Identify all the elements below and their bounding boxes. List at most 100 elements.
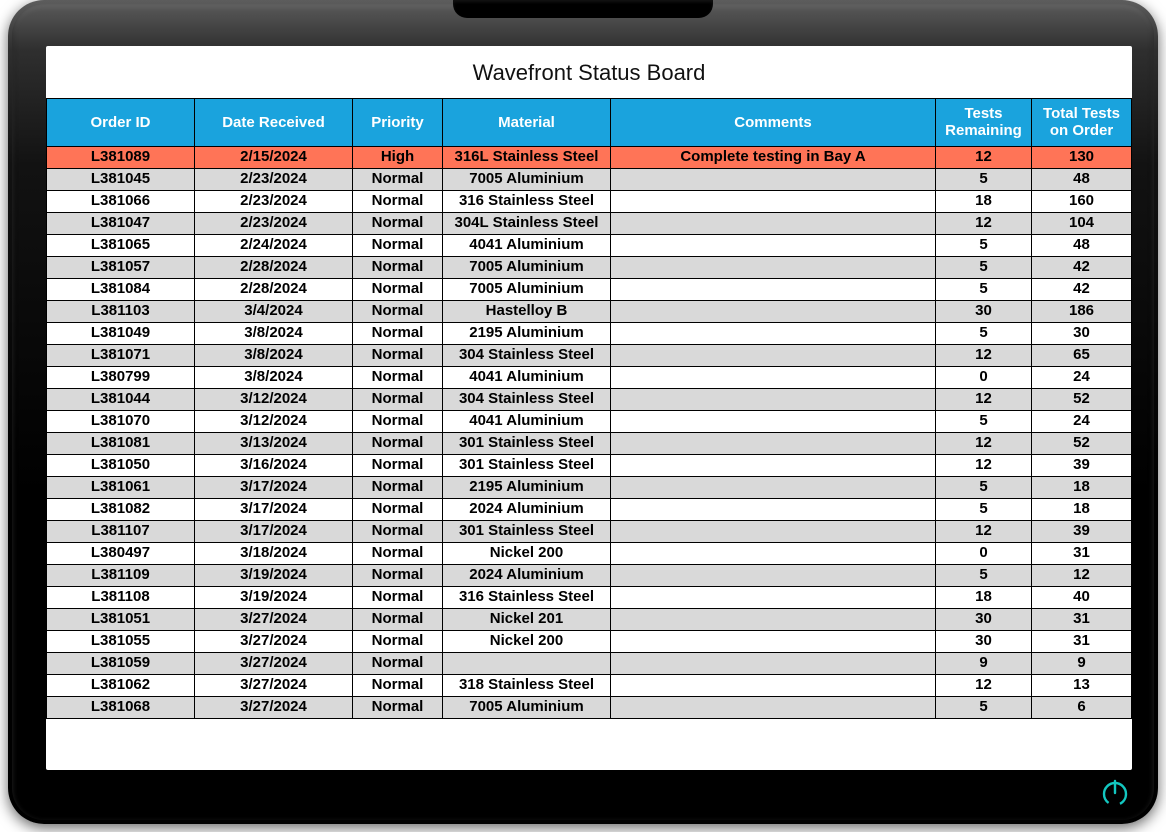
table-row[interactable]: L3810842/28/2024Normal7005 Aluminium542 (47, 278, 1132, 300)
table-row[interactable]: L3811093/19/2024Normal2024 Aluminium512 (47, 564, 1132, 586)
cell-date: 2/23/2024 (195, 190, 353, 212)
cell-remaining: 30 (936, 300, 1032, 322)
cell-date: 3/27/2024 (195, 630, 353, 652)
cell-priority: Normal (353, 498, 443, 520)
col-total-tests[interactable]: Total Tests on Order (1032, 99, 1132, 147)
table-row[interactable]: L3810623/27/2024Normal318 Stainless Stee… (47, 674, 1132, 696)
device-bezel: Wavefront Status Board Order ID Date Rec… (8, 0, 1158, 824)
cell-date: 3/13/2024 (195, 432, 353, 454)
table-row[interactable]: L3811083/19/2024Normal316 Stainless Stee… (47, 586, 1132, 608)
cell-priority: Normal (353, 168, 443, 190)
cell-total: 39 (1032, 454, 1132, 476)
cell-comments (611, 476, 936, 498)
cell-date: 3/27/2024 (195, 652, 353, 674)
cell-date: 2/28/2024 (195, 256, 353, 278)
cell-comments (611, 278, 936, 300)
table-row[interactable]: L3810703/12/2024Normal4041 Aluminium524 (47, 410, 1132, 432)
cell-order-id: L381082 (47, 498, 195, 520)
table-row[interactable]: L3810553/27/2024NormalNickel 2003031 (47, 630, 1132, 652)
cell-total: 160 (1032, 190, 1132, 212)
table-row[interactable]: L3810652/24/2024Normal4041 Aluminium548 (47, 234, 1132, 256)
table-row[interactable]: L3810713/8/2024Normal304 Stainless Steel… (47, 344, 1132, 366)
table-row[interactable]: L3810823/17/2024Normal2024 Aluminium518 (47, 498, 1132, 520)
table-row[interactable]: L3807993/8/2024Normal4041 Aluminium024 (47, 366, 1132, 388)
table-row[interactable]: L3810443/12/2024Normal304 Stainless Stee… (47, 388, 1132, 410)
cell-priority: Normal (353, 322, 443, 344)
cell-material: 7005 Aluminium (443, 256, 611, 278)
cell-total: 104 (1032, 212, 1132, 234)
cell-material: 316 Stainless Steel (443, 190, 611, 212)
cell-date: 3/19/2024 (195, 586, 353, 608)
cell-date: 3/19/2024 (195, 564, 353, 586)
cell-comments (611, 168, 936, 190)
cell-comments (611, 344, 936, 366)
col-order-id[interactable]: Order ID (47, 99, 195, 147)
cell-total: 13 (1032, 674, 1132, 696)
power-button[interactable] (1098, 776, 1132, 810)
cell-priority: Normal (353, 630, 443, 652)
cell-date: 2/23/2024 (195, 212, 353, 234)
cell-total: 31 (1032, 608, 1132, 630)
table-row[interactable]: L3811033/4/2024NormalHastelloy B30186 (47, 300, 1132, 322)
cell-priority: Normal (353, 234, 443, 256)
cell-remaining: 5 (936, 564, 1032, 586)
cell-comments (611, 410, 936, 432)
col-date-received[interactable]: Date Received (195, 99, 353, 147)
cell-comments (611, 256, 936, 278)
cell-comments (611, 630, 936, 652)
table-row[interactable]: L3811073/17/2024Normal301 Stainless Stee… (47, 520, 1132, 542)
cell-priority: Normal (353, 344, 443, 366)
table-row[interactable]: L3810683/27/2024Normal7005 Aluminium56 (47, 696, 1132, 718)
table-body: L3810892/15/2024High316L Stainless Steel… (47, 146, 1132, 718)
cell-order-id: L381050 (47, 454, 195, 476)
cell-comments (611, 520, 936, 542)
cell-material: 316 Stainless Steel (443, 586, 611, 608)
cell-order-id: L381070 (47, 410, 195, 432)
page-title: Wavefront Status Board (46, 46, 1132, 98)
col-material[interactable]: Material (443, 99, 611, 147)
cell-remaining: 0 (936, 366, 1032, 388)
col-tests-remaining[interactable]: Tests Remaining (936, 99, 1032, 147)
table-row[interactable]: L3810513/27/2024NormalNickel 2013031 (47, 608, 1132, 630)
cell-material: 4041 Aluminium (443, 366, 611, 388)
cell-material: 2024 Aluminium (443, 498, 611, 520)
cell-remaining: 12 (936, 432, 1032, 454)
cell-total: 6 (1032, 696, 1132, 718)
cell-total: 52 (1032, 432, 1132, 454)
table-row[interactable]: L3810503/16/2024Normal301 Stainless Stee… (47, 454, 1132, 476)
table-row[interactable]: L3810572/28/2024Normal7005 Aluminium542 (47, 256, 1132, 278)
cell-priority: Normal (353, 674, 443, 696)
cell-material: Nickel 201 (443, 608, 611, 630)
cell-date: 3/18/2024 (195, 542, 353, 564)
table-row[interactable]: L3810813/13/2024Normal301 Stainless Stee… (47, 432, 1132, 454)
cell-comments (611, 454, 936, 476)
table-row[interactable]: L3810593/27/2024Normal99 (47, 652, 1132, 674)
cell-total: 48 (1032, 168, 1132, 190)
cell-date: 3/8/2024 (195, 366, 353, 388)
cell-remaining: 12 (936, 674, 1032, 696)
table-row[interactable]: L3810452/23/2024Normal7005 Aluminium548 (47, 168, 1132, 190)
cell-remaining: 12 (936, 520, 1032, 542)
cell-material: Hastelloy B (443, 300, 611, 322)
table-row[interactable]: L3810613/17/2024Normal2195 Aluminium518 (47, 476, 1132, 498)
cell-material: 301 Stainless Steel (443, 454, 611, 476)
cell-order-id: L381057 (47, 256, 195, 278)
col-comments[interactable]: Comments (611, 99, 936, 147)
cell-priority: Normal (353, 608, 443, 630)
table-row[interactable]: L3810892/15/2024High316L Stainless Steel… (47, 146, 1132, 168)
col-priority[interactable]: Priority (353, 99, 443, 147)
cell-total: 40 (1032, 586, 1132, 608)
table-row[interactable]: L3810662/23/2024Normal316 Stainless Stee… (47, 190, 1132, 212)
table-row[interactable]: L3810472/23/2024Normal304L Stainless Ste… (47, 212, 1132, 234)
cell-total: 52 (1032, 388, 1132, 410)
cell-order-id: L381065 (47, 234, 195, 256)
cell-material: 4041 Aluminium (443, 410, 611, 432)
table-row[interactable]: L3804973/18/2024NormalNickel 200031 (47, 542, 1132, 564)
cell-priority: Normal (353, 542, 443, 564)
cell-material: 304L Stainless Steel (443, 212, 611, 234)
cell-remaining: 5 (936, 498, 1032, 520)
cell-comments (611, 542, 936, 564)
table-row[interactable]: L3810493/8/2024Normal2195 Aluminium530 (47, 322, 1132, 344)
cell-priority: Normal (353, 454, 443, 476)
cell-order-id: L381055 (47, 630, 195, 652)
